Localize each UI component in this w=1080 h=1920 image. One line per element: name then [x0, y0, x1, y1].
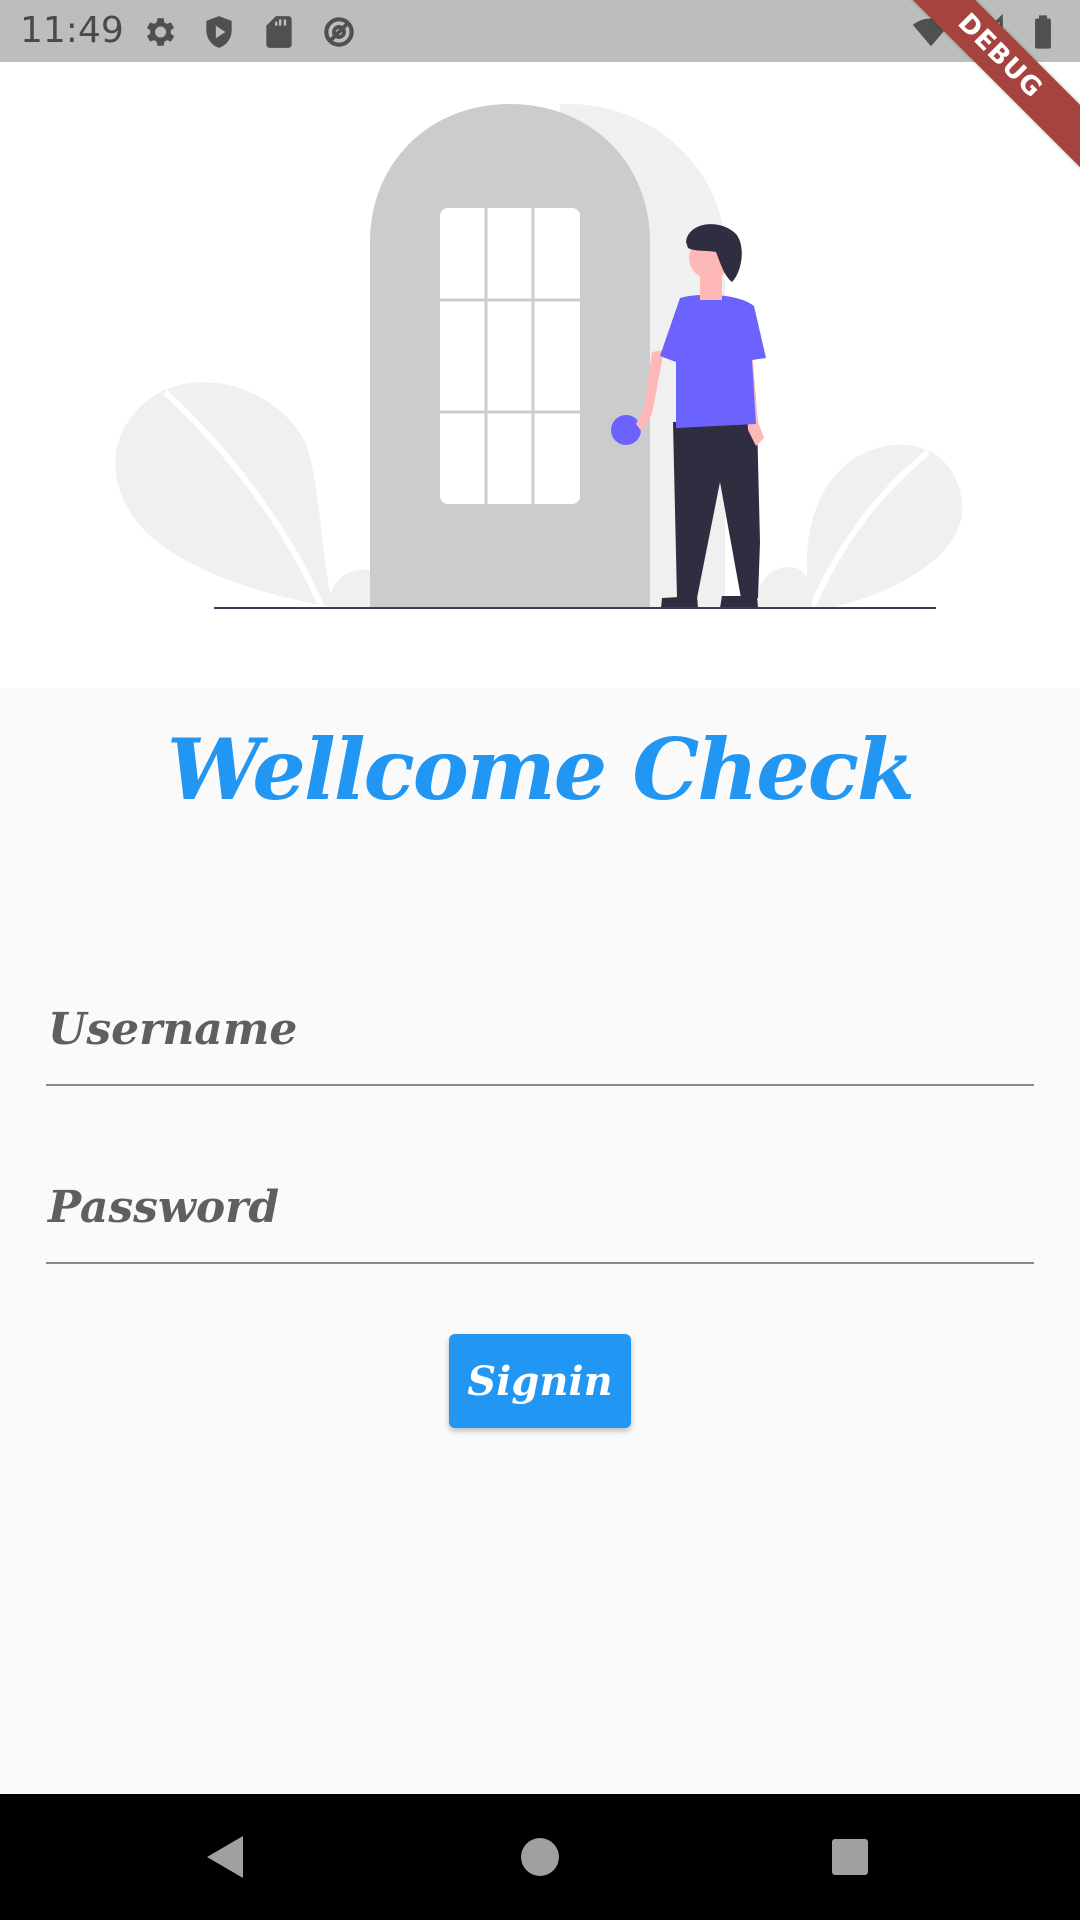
- home-button[interactable]: [507, 1824, 573, 1890]
- recents-icon: [832, 1839, 868, 1875]
- username-input[interactable]: [46, 976, 1038, 1086]
- left-plant-icon: [115, 382, 370, 610]
- password-underline: [46, 1262, 1034, 1264]
- settings-icon: [146, 18, 175, 46]
- username-field[interactable]: Username: [46, 976, 1038, 1086]
- signin-button[interactable]: Signin: [449, 1334, 631, 1428]
- right-plant-icon: [756, 444, 963, 610]
- page-title: Wellcome Check: [166, 720, 915, 819]
- password-input[interactable]: [46, 1154, 1038, 1264]
- navigation-bar: [0, 1794, 1080, 1920]
- data-saver-icon: [324, 17, 354, 47]
- home-icon: [521, 1838, 559, 1876]
- status-bar: 11:49: [0, 0, 1080, 62]
- back-button[interactable]: [192, 1824, 258, 1890]
- battery-icon: [1035, 15, 1051, 49]
- shield-play-icon: [206, 16, 232, 48]
- status-icons-left: [140, 12, 358, 52]
- person-at-door-illustration: [115, 104, 963, 610]
- password-field[interactable]: Password: [46, 1154, 1038, 1264]
- hero-illustration-area: [0, 62, 1080, 688]
- door-icon: [370, 104, 650, 608]
- username-underline: [46, 1084, 1034, 1086]
- status-time: 11:49: [20, 10, 124, 51]
- recents-button[interactable]: [817, 1824, 883, 1890]
- app-screen: 11:49 DEBUG Wellcome Check Username Pass…: [0, 0, 1080, 1920]
- back-icon: [207, 1836, 243, 1878]
- sd-card-icon: [266, 16, 292, 48]
